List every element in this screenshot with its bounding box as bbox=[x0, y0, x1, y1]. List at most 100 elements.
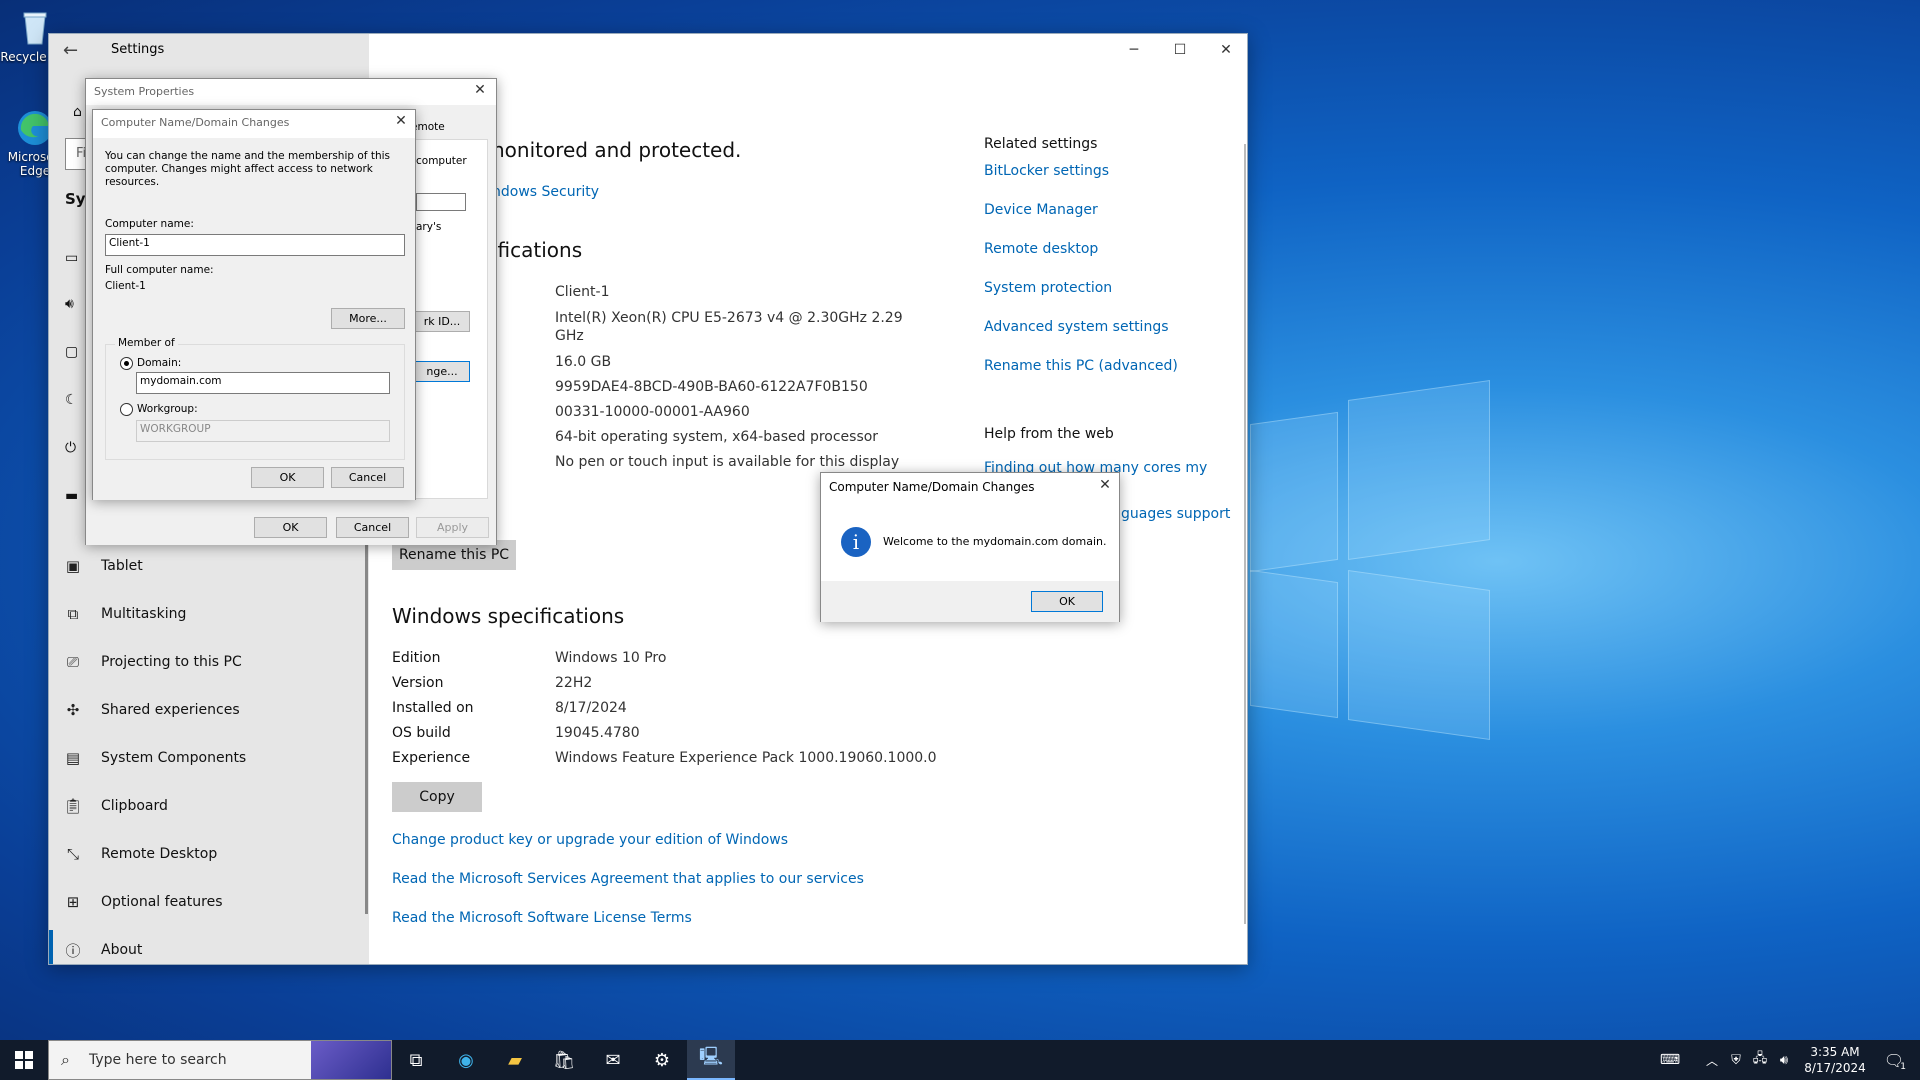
sidebar-item-about[interactable]: ⓘ About bbox=[61, 930, 142, 970]
notifications-icon[interactable]: ▢ bbox=[65, 344, 78, 360]
domain-changes-title: Computer Name/Domain Changes bbox=[101, 116, 290, 129]
display-icon[interactable]: ▭ bbox=[65, 250, 78, 266]
sidebar-item-multitasking[interactable]: ⧉ Multitasking bbox=[61, 594, 187, 634]
workgroup-input[interactable]: WORKGROUP bbox=[136, 420, 390, 442]
task-view-icon: ⧉ bbox=[409, 1049, 423, 1071]
windows-security-link[interactable]: ndows Security bbox=[492, 184, 599, 200]
bitlocker-settings-link[interactable]: BitLocker settings bbox=[984, 163, 1109, 179]
clipboard-icon: 📋︎ bbox=[63, 797, 83, 815]
edition-value: Windows 10 Pro bbox=[555, 650, 667, 666]
settings-titlebar: ← Settings ─ ☐ ✕ bbox=[49, 34, 1247, 66]
sidebar-item-label: Multitasking bbox=[101, 606, 187, 622]
sidebar-item-remote-desktop[interactable]: ⤡ Remote Desktop bbox=[61, 834, 217, 874]
home-icon[interactable]: ⌂ bbox=[73, 104, 82, 120]
change-product-key-link[interactable]: Change product key or upgrade your editi… bbox=[392, 832, 788, 848]
tray-network-button[interactable]: 🖧 bbox=[1748, 1040, 1772, 1080]
license-terms-link[interactable]: Read the Microsoft Software License Term… bbox=[392, 910, 692, 926]
clock-date: 8/17/2024 bbox=[1804, 1061, 1866, 1075]
welcome-dialog-footer: OK bbox=[821, 581, 1119, 622]
welcome-ok-button[interactable]: OK bbox=[1031, 591, 1103, 612]
computer-description-input[interactable] bbox=[416, 193, 466, 211]
mail-icon: ✉ bbox=[605, 1049, 621, 1071]
windows-specifications-heading: Windows specifications bbox=[392, 604, 625, 628]
domain-input[interactable]: mydomain.com bbox=[136, 372, 390, 394]
taskbar-search-box[interactable]: ⌕ Type here to search bbox=[48, 1040, 392, 1080]
installed-on-value: 8/17/2024 bbox=[555, 700, 627, 716]
edge-icon: ◉ bbox=[458, 1049, 474, 1071]
computer-name-label: Computer name: bbox=[105, 218, 194, 230]
about-icon: ⓘ bbox=[65, 941, 81, 960]
full-computer-name-value: Client-1 bbox=[105, 280, 146, 292]
computer-name-input[interactable]: Client-1 bbox=[105, 234, 405, 256]
sidebar-item-label: System Components bbox=[101, 750, 247, 766]
power-icon[interactable]: ⏻ bbox=[65, 440, 76, 456]
sidebar-item-optional-features[interactable]: ⊞ Optional features bbox=[61, 882, 223, 922]
show-hidden-icons-button[interactable]: ︿ bbox=[1700, 1040, 1724, 1080]
back-arrow-icon[interactable]: ← bbox=[63, 40, 78, 61]
sidebar-item-label: Tablet bbox=[101, 558, 143, 574]
taskbar-settings-button[interactable]: ⚙ bbox=[638, 1040, 686, 1080]
device-manager-link[interactable]: Device Manager bbox=[984, 202, 1098, 218]
taskbar-mail-button[interactable]: ✉ bbox=[589, 1040, 637, 1080]
domain-changes-description: You can change the name and the membersh… bbox=[105, 150, 390, 188]
sidebar-item-label: Remote Desktop bbox=[101, 846, 218, 862]
system-properties-ok-button[interactable]: OK bbox=[254, 517, 327, 538]
taskbar-edge-button[interactable]: ◉ bbox=[442, 1040, 490, 1080]
system-properties-apply-button[interactable]: Apply bbox=[416, 517, 489, 538]
sidebar-item-shared-experiences[interactable]: ✣ Shared experiences bbox=[61, 690, 240, 730]
tray-defender-button[interactable]: ⛨ bbox=[1724, 1040, 1748, 1080]
tray-volume-button[interactable]: 🔊︎ bbox=[1772, 1040, 1796, 1080]
focus-assist-icon[interactable]: ☾ bbox=[65, 392, 78, 408]
minimize-button[interactable]: ─ bbox=[1111, 34, 1157, 66]
shared-experiences-icon: ✣ bbox=[66, 701, 80, 719]
close-button[interactable]: ✕ bbox=[1203, 34, 1249, 66]
welcome-dialog-close-button[interactable]: ✕ bbox=[1095, 477, 1115, 495]
domain-changes-cancel-button[interactable]: Cancel bbox=[331, 467, 404, 488]
sidebar-item-projecting[interactable]: ⎚ Projecting to this PC bbox=[61, 642, 242, 682]
info-icon: i bbox=[841, 527, 871, 557]
domain-changes-ok-button[interactable]: OK bbox=[251, 467, 324, 488]
system-protection-link[interactable]: System protection bbox=[984, 280, 1112, 296]
maximize-icon: ☐ bbox=[1173, 42, 1187, 58]
device-specifications-heading: ifications bbox=[492, 238, 583, 262]
maximize-button[interactable]: ☐ bbox=[1157, 34, 1203, 66]
taskbar-clock[interactable]: 3:35 AM 8/17/2024 bbox=[1800, 1043, 1870, 1079]
domain-radio[interactable] bbox=[120, 357, 133, 370]
network-id-button[interactable]: rk ID... bbox=[414, 311, 470, 332]
search-icon: ⌕ bbox=[61, 1050, 70, 1069]
rename-pc-advanced-link[interactable]: Rename this PC (advanced) bbox=[984, 358, 1178, 374]
product-id-value: 00331-10000-00001-AA960 bbox=[555, 404, 750, 420]
sidebar-item-clipboard[interactable]: 📋︎ Clipboard bbox=[61, 786, 167, 826]
installed-on-label: Installed on bbox=[392, 700, 474, 716]
copy-button[interactable]: Copy bbox=[392, 782, 482, 812]
domain-changes-close-button[interactable]: ✕ bbox=[391, 113, 411, 131]
task-view-button[interactable]: ⧉ bbox=[392, 1040, 440, 1080]
taskbar-system-properties-button[interactable]: 🖳︎ bbox=[687, 1040, 735, 1080]
taskbar-store-button[interactable]: 🛍︎ bbox=[540, 1040, 588, 1080]
system-components-icon: ▤ bbox=[65, 749, 81, 767]
gear-icon: ⚙ bbox=[653, 1049, 671, 1071]
workgroup-radio[interactable] bbox=[120, 403, 133, 416]
system-properties-close-button[interactable]: ✕ bbox=[470, 82, 490, 100]
advanced-system-settings-link[interactable]: Advanced system settings bbox=[984, 319, 1169, 335]
main-scrollbar[interactable] bbox=[1244, 144, 1246, 924]
sidebar-item-tablet[interactable]: ▣ Tablet bbox=[61, 546, 143, 586]
sound-icon[interactable]: 🔊︎ bbox=[65, 296, 74, 312]
services-agreement-link[interactable]: Read the Microsoft Services Agreement th… bbox=[392, 871, 864, 887]
more-button[interactable]: More... bbox=[331, 308, 405, 329]
remote-tab[interactable]: emote bbox=[411, 121, 445, 133]
system-properties-cancel-button[interactable]: Cancel bbox=[336, 517, 409, 538]
keyboard-icon: ⌨ bbox=[1659, 1052, 1681, 1068]
storage-icon[interactable]: ▬ bbox=[65, 488, 78, 504]
volume-icon: 🔊︎ bbox=[1779, 1052, 1789, 1068]
remote-desktop-link[interactable]: Remote desktop bbox=[984, 241, 1098, 257]
taskbar-file-explorer-button[interactable]: ▰ bbox=[491, 1040, 539, 1080]
change-button[interactable]: nge... bbox=[414, 361, 470, 382]
os-build-value: 19045.4780 bbox=[555, 725, 640, 741]
start-button[interactable] bbox=[0, 1040, 48, 1080]
sidebar-item-system-components[interactable]: ▤ System Components bbox=[61, 738, 246, 778]
touch-keyboard-button[interactable]: ⌨ bbox=[1650, 1040, 1690, 1080]
languages-help-link[interactable]: guages support bbox=[1121, 506, 1230, 522]
action-center-button[interactable]: 🗨︎ 1 bbox=[1874, 1040, 1914, 1080]
member-of-label: Member of bbox=[115, 337, 178, 349]
